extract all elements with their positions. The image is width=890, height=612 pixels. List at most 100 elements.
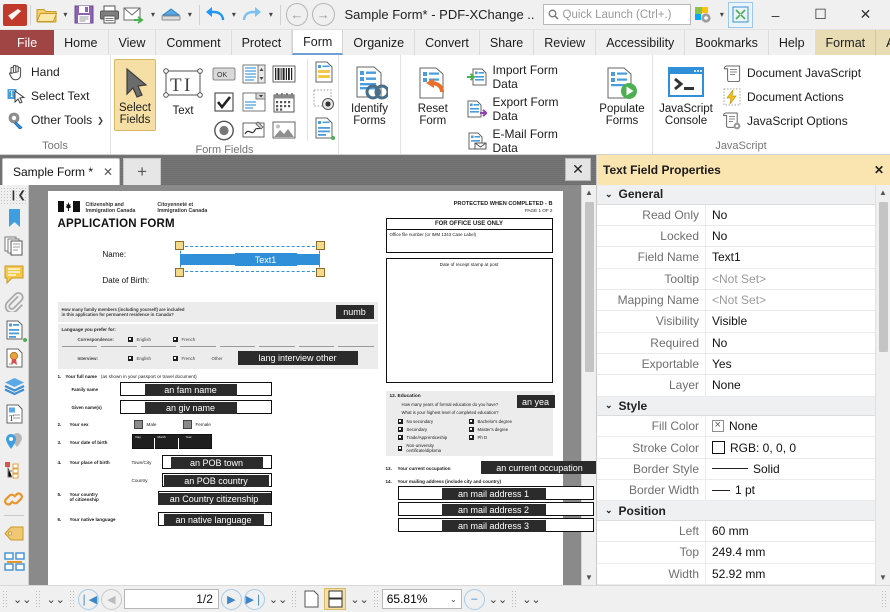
property-value[interactable]: No xyxy=(705,226,875,246)
checkbox-correspondence-english[interactable] xyxy=(128,337,133,342)
barcode-field-icon[interactable] xyxy=(270,61,298,87)
resize-handle-br[interactable] xyxy=(316,268,325,277)
field-pob-country[interactable]: an POB country xyxy=(164,475,269,487)
overflow-chevron-icon[interactable]: ⌄⌄ xyxy=(11,593,33,606)
close-document-button[interactable]: ✕ xyxy=(565,158,591,181)
checkbox-secondary[interactable] xyxy=(398,427,403,432)
field-given-name[interactable]: an giv name xyxy=(145,402,237,414)
overflow-chevron-icon[interactable]: ⌄⌄ xyxy=(348,593,370,606)
tool-hand[interactable]: Hand xyxy=(3,60,107,84)
undo-dropdown-icon[interactable]: ▾ xyxy=(228,2,240,28)
scroll-down-button[interactable]: ▼ xyxy=(876,570,890,585)
bookmarks-panel-icon[interactable] xyxy=(1,204,28,232)
tab-protect[interactable]: Protect xyxy=(232,30,293,55)
field-mail-address-1[interactable]: an mail address 1 xyxy=(442,488,546,500)
close-icon[interactable]: ✕ xyxy=(103,165,113,179)
email-dropdown-icon[interactable]: ▾ xyxy=(147,2,159,28)
identify-forms-button[interactable]: Identify Forms xyxy=(342,59,397,131)
property-value[interactable]: 249.4 mm xyxy=(705,542,875,562)
property-value[interactable]: None xyxy=(705,375,875,395)
properties-section-style[interactable]: ⌄ Style xyxy=(597,397,875,417)
chevron-down-icon[interactable]: ❯ xyxy=(97,116,104,125)
property-row-top[interactable]: Top249.4 mm xyxy=(597,542,875,563)
scanner-dropdown-icon[interactable]: ▾ xyxy=(184,2,196,28)
property-value[interactable]: <Not Set> xyxy=(705,269,875,289)
date-field-icon[interactable] xyxy=(270,89,298,115)
check-box-field-icon[interactable] xyxy=(210,89,238,115)
checkbox-bachelors[interactable] xyxy=(469,419,474,424)
tab-format[interactable]: Format xyxy=(816,30,877,55)
property-row-fill-color[interactable]: Fill Color None xyxy=(597,416,875,437)
links-panel-icon[interactable] xyxy=(1,484,28,512)
tab-view[interactable]: View xyxy=(109,30,157,55)
overflow-chevron-icon[interactable]: ⌄⌄ xyxy=(267,593,289,606)
page-number-input[interactable]: 1/2 xyxy=(124,589,219,609)
button-field-icon[interactable]: OK xyxy=(210,61,238,87)
populate-forms-button[interactable]: Populate Forms xyxy=(595,59,649,131)
single-page-view-button[interactable] xyxy=(300,588,322,610)
tool-other-tools[interactable]: Other Tools ❯ xyxy=(3,108,107,132)
back-arrow-icon[interactable]: ← xyxy=(286,3,308,26)
scroll-up-button[interactable]: ▲ xyxy=(876,185,890,200)
collapse-left-icon[interactable]: ❙❮ xyxy=(0,187,28,204)
scroll-down-button[interactable]: ▼ xyxy=(582,570,597,585)
attachments-panel-icon[interactable] xyxy=(1,288,28,316)
tab-accessibility[interactable]: Accessibility xyxy=(596,30,685,55)
document-actions-button[interactable]: Document Actions xyxy=(719,85,864,109)
overflow-chevron-icon[interactable]: ⌄⌄ xyxy=(44,593,66,606)
named-destinations-panel-icon[interactable] xyxy=(1,456,28,484)
field-country-citizenship[interactable]: an Country citizenship xyxy=(158,493,271,505)
property-value[interactable]: Visible xyxy=(705,311,875,331)
email-send-icon[interactable] xyxy=(122,2,147,28)
field-family-name[interactable]: an fam name xyxy=(145,384,237,396)
undo-arrow-icon[interactable] xyxy=(203,2,228,28)
checkbox-interview-french[interactable] xyxy=(173,356,178,361)
chevron-down-icon[interactable]: ⌄ xyxy=(450,595,457,604)
fields-panel-icon[interactable] xyxy=(1,316,28,344)
scanner-icon[interactable] xyxy=(159,2,184,28)
settings-gear-icon[interactable] xyxy=(691,2,716,28)
quick-launch-input[interactable]: Quick Launch (Ctrl+.) xyxy=(543,4,691,25)
overflow-chevron-icon[interactable]: ⌄⌄ xyxy=(487,593,509,606)
checkbox-no-secondary[interactable] xyxy=(398,419,403,424)
scrollbar-thumb[interactable] xyxy=(879,202,888,352)
tab-help[interactable]: Help xyxy=(769,30,816,55)
comments-panel-icon[interactable] xyxy=(1,260,28,288)
tool-select-text[interactable]: T Select Text xyxy=(3,84,107,108)
pages-thumbnails-panel-icon[interactable] xyxy=(1,232,28,260)
property-value[interactable]: 52.92 mm xyxy=(705,564,875,584)
open-folder-icon[interactable] xyxy=(34,2,59,28)
save-floppy-icon[interactable] xyxy=(71,2,96,28)
reset-form-button[interactable]: Reset Form xyxy=(404,59,461,131)
first-page-button[interactable]: ❘◀ xyxy=(78,589,99,610)
field-lang-interview-other[interactable]: lang interview other xyxy=(238,351,358,365)
field-mail-address-3[interactable]: an mail address 3 xyxy=(442,520,546,532)
maximize-button[interactable]: ☐ xyxy=(798,0,843,30)
field-numb[interactable]: numb xyxy=(336,305,374,319)
property-row-read-only[interactable]: Read OnlyNo xyxy=(597,205,875,226)
tab-comment[interactable]: Comment xyxy=(156,30,231,55)
layers-panel-icon[interactable] xyxy=(1,372,28,400)
properties-section-general[interactable]: ⌄ General xyxy=(597,185,875,205)
property-value[interactable]: Yes xyxy=(705,354,875,374)
minimize-button[interactable]: – xyxy=(753,0,798,30)
property-value[interactable]: Text1 xyxy=(705,247,875,267)
close-icon[interactable]: ✕ xyxy=(874,163,884,177)
toolbar-grip[interactable] xyxy=(291,590,298,609)
open-dropdown-icon[interactable]: ▾ xyxy=(60,2,72,28)
redaction-panel-icon[interactable] xyxy=(1,547,28,575)
continuous-page-view-button[interactable] xyxy=(324,588,346,610)
toolbar-grip[interactable] xyxy=(2,590,9,609)
toolbar-grip[interactable] xyxy=(373,590,380,609)
property-row-field-name[interactable]: Field NameText1 xyxy=(597,247,875,268)
properties-section-position[interactable]: ⌄ Position xyxy=(597,501,875,521)
field-mail-address-2[interactable]: an mail address 2 xyxy=(442,504,546,516)
field-native-language[interactable]: an native language xyxy=(164,514,264,526)
property-row-mapping-name[interactable]: Mapping Name<Not Set> xyxy=(597,290,875,311)
combo-box-field-icon[interactable] xyxy=(240,89,268,115)
property-row-stroke-color[interactable]: Stroke Color RGB: 0, 0, 0 xyxy=(597,437,875,458)
checkbox-non-university[interactable] xyxy=(398,446,403,451)
selected-form-field[interactable]: Text1 xyxy=(180,246,320,272)
stamps-panel-icon[interactable] xyxy=(1,519,28,547)
tab-bookmarks[interactable]: Bookmarks xyxy=(685,30,769,55)
